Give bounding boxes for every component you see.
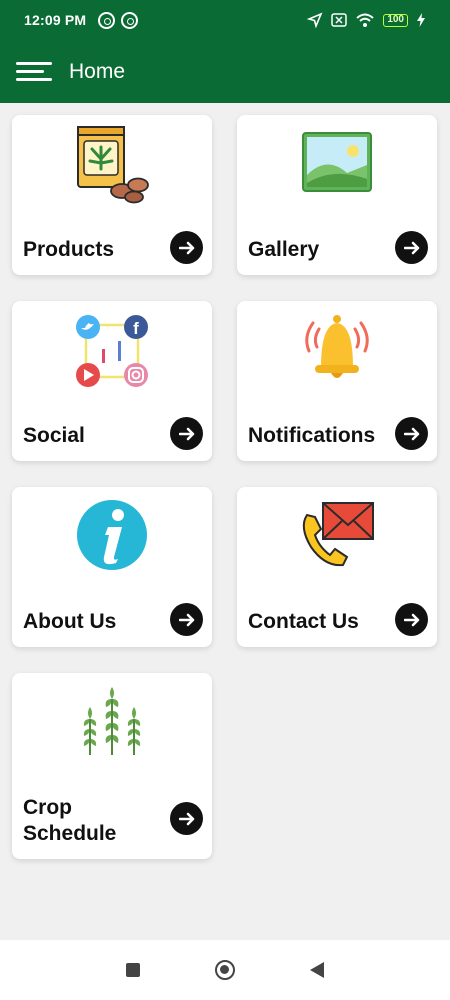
card-notifications[interactable]: Notifications: [237, 301, 437, 461]
card-about-us[interactable]: About Us: [12, 487, 212, 647]
card-social[interactable]: f Social: [12, 301, 212, 461]
arrow-right-icon[interactable]: [170, 231, 203, 264]
landscape-image-icon: [302, 132, 372, 192]
arrow-right-icon[interactable]: [170, 802, 203, 835]
hamburger-menu-icon[interactable]: [16, 60, 56, 84]
phone-mail-icon: [302, 502, 374, 567]
top-bar: 12:09 PM 100 Home: [0, 0, 450, 103]
home-circle-icon[interactable]: [215, 960, 235, 980]
status-bar: 12:09 PM 100: [0, 0, 450, 40]
card-contact-us[interactable]: Contact Us: [237, 487, 437, 647]
notification-ring-icon: [98, 11, 116, 29]
recents-square-icon[interactable]: [126, 963, 140, 977]
status-time: 12:09 PM: [24, 12, 87, 28]
social-media-icon: f: [76, 315, 148, 387]
arrow-right-icon[interactable]: [170, 417, 203, 450]
seed-bag-icon: [77, 126, 149, 204]
card-label: Notifications: [248, 424, 376, 447]
notification-ring-icon: [121, 11, 139, 29]
app-bar: Home: [0, 44, 450, 100]
info-icon: [77, 500, 147, 570]
arrow-right-icon[interactable]: [395, 603, 428, 636]
svg-text:f: f: [133, 319, 139, 338]
card-label: Social: [23, 424, 85, 447]
card-label: Contact Us: [248, 610, 359, 633]
system-nav-bar: [0, 940, 450, 1000]
card-label: Crop Schedule: [23, 796, 117, 845]
battery-level: 100: [383, 13, 408, 27]
status-icons: 100: [307, 12, 426, 28]
arrow-right-icon[interactable]: [395, 417, 428, 450]
back-triangle-icon[interactable]: [310, 962, 324, 978]
card-label: Gallery: [248, 238, 320, 261]
card-products[interactable]: Products: [12, 115, 212, 275]
bell-icon: [305, 315, 369, 378]
arrow-right-icon[interactable]: [170, 603, 203, 636]
card-crop-schedule[interactable]: Crop Schedule: [12, 673, 212, 859]
wheat-icon: [83, 687, 141, 755]
sim-x-icon: [331, 13, 348, 27]
arrow-right-icon[interactable]: [395, 231, 428, 264]
location-arrow-icon: [307, 12, 323, 28]
charging-bolt-icon: [417, 13, 425, 27]
card-gallery[interactable]: Gallery: [237, 115, 437, 275]
card-label: About Us: [23, 610, 117, 633]
card-label: Products: [23, 238, 115, 261]
wifi-icon: [356, 13, 374, 27]
page-title: Home: [69, 60, 126, 83]
